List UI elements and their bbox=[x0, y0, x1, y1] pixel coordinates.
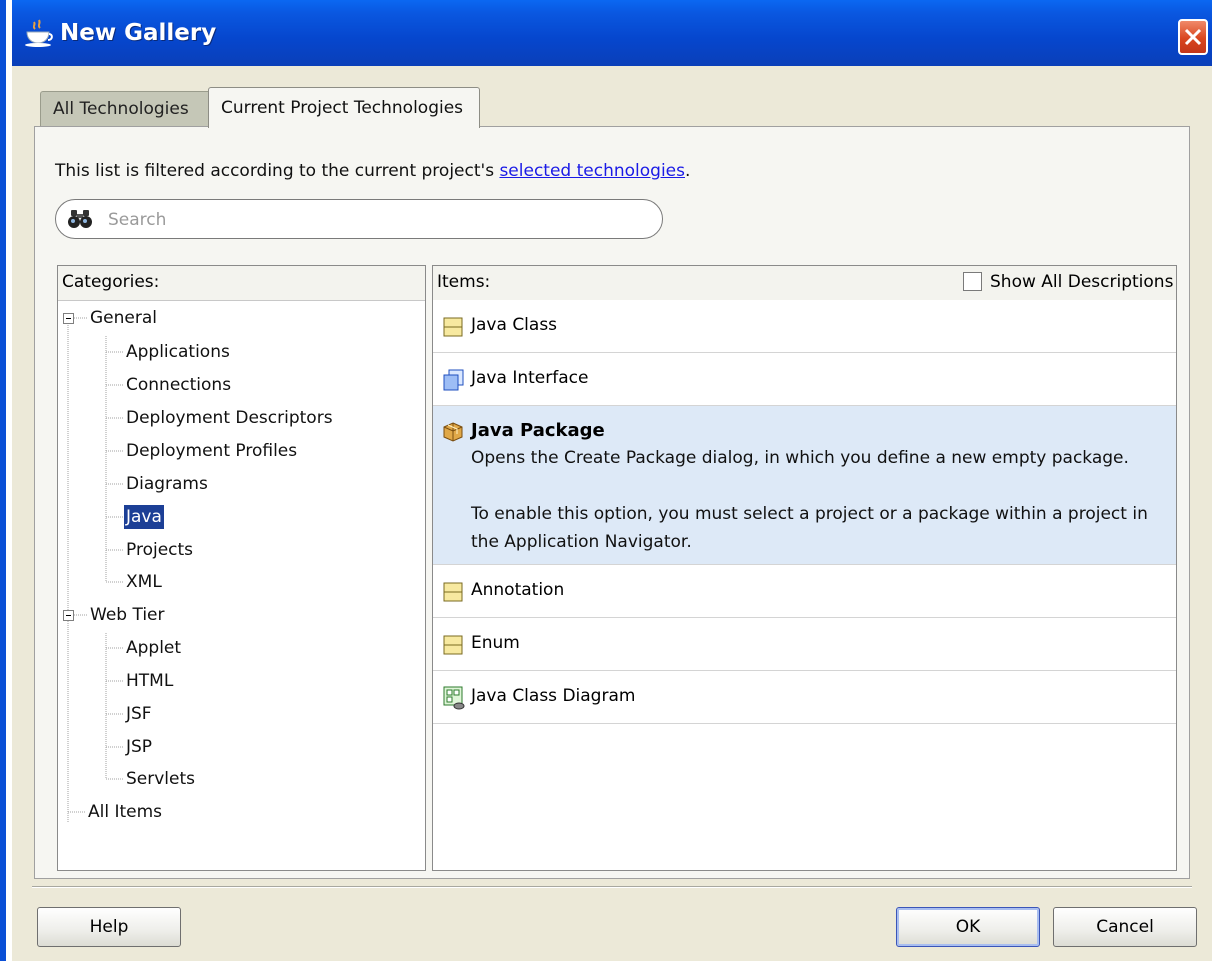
general-expander[interactable] bbox=[63, 313, 74, 324]
java-interface-icon bbox=[443, 369, 464, 391]
items-header: Items: Show All Descriptions bbox=[433, 266, 1176, 301]
close-button[interactable] bbox=[1178, 19, 1208, 55]
tree-node-deployment-profiles[interactable]: Deployment Profiles bbox=[126, 439, 297, 463]
close-icon bbox=[1184, 28, 1202, 46]
tree-node-connections[interactable]: Connections bbox=[126, 373, 231, 397]
tree-node-html[interactable]: HTML bbox=[126, 669, 173, 693]
tree-node-jsp[interactable]: JSP bbox=[126, 735, 152, 759]
tab-panel: This list is filtered according to the c… bbox=[34, 126, 1190, 879]
categories-panel: Categories: General Applications Connect… bbox=[57, 265, 426, 871]
tree-node-general[interactable]: General bbox=[90, 306, 157, 330]
search-box[interactable] bbox=[55, 199, 663, 239]
enum-icon bbox=[443, 635, 463, 655]
item-annotation[interactable]: Annotation bbox=[433, 565, 1176, 618]
button-separator bbox=[32, 886, 1192, 888]
tree-node-deployment-descriptors[interactable]: Deployment Descriptors bbox=[126, 406, 333, 430]
item-java-class-diagram[interactable]: Java Class Diagram bbox=[433, 671, 1176, 724]
ok-button[interactable]: OK bbox=[896, 907, 1040, 947]
java-cup-icon bbox=[25, 19, 53, 47]
filter-description: This list is filtered according to the c… bbox=[55, 161, 691, 181]
item-description-note: To enable this option, you must select a… bbox=[471, 504, 1148, 552]
item-java-class[interactable]: Java Class bbox=[433, 300, 1176, 353]
item-enum[interactable]: Enum bbox=[433, 618, 1176, 671]
tree-node-applet[interactable]: Applet bbox=[126, 636, 181, 660]
class-diagram-icon bbox=[443, 686, 465, 710]
java-package-icon bbox=[443, 422, 463, 442]
checkbox-box[interactable] bbox=[963, 272, 982, 291]
tree-node-diagrams[interactable]: Diagrams bbox=[126, 472, 208, 496]
tree-node-xml[interactable]: XML bbox=[126, 570, 162, 594]
title-bar[interactable]: New Gallery bbox=[12, 0, 1212, 66]
tree-node-projects[interactable]: Projects bbox=[126, 538, 193, 562]
window-title: New Gallery bbox=[60, 20, 217, 46]
tab-current-project-technologies[interactable]: Current Project Technologies bbox=[208, 87, 480, 128]
tree-node-applications[interactable]: Applications bbox=[126, 340, 230, 364]
tree-node-servlets[interactable]: Servlets bbox=[126, 767, 195, 791]
search-input[interactable] bbox=[106, 206, 650, 234]
tree-connector-lines bbox=[67, 317, 124, 823]
dialog-body: All Technologies Current Project Technol… bbox=[12, 66, 1212, 961]
item-description: Opens the Create Package dialog, in whic… bbox=[471, 448, 1129, 468]
items-panel: Items: Show All Descriptions Java Class bbox=[432, 265, 1177, 871]
new-gallery-dialog: New Gallery All Technologies Current Pro… bbox=[12, 0, 1212, 961]
annotation-icon bbox=[443, 582, 463, 602]
help-button[interactable]: Help bbox=[37, 907, 181, 947]
tree-node-java[interactable]: Java bbox=[124, 505, 164, 529]
java-class-icon bbox=[443, 317, 463, 337]
item-java-interface[interactable]: Java Interface bbox=[433, 353, 1176, 406]
selected-technologies-link[interactable]: selected technologies bbox=[499, 161, 685, 181]
tree-node-all-items[interactable]: All Items bbox=[88, 800, 162, 824]
tree-node-jsf[interactable]: JSF bbox=[126, 702, 152, 726]
tree-node-web-tier[interactable]: Web Tier bbox=[90, 603, 165, 627]
item-java-package[interactable]: Java Package Opens the Create Package di… bbox=[433, 406, 1176, 565]
background-app-edge bbox=[0, 0, 12, 961]
binoculars-icon bbox=[68, 210, 92, 228]
tab-all-technologies[interactable]: All Technologies bbox=[40, 91, 214, 127]
cancel-button[interactable]: Cancel bbox=[1053, 907, 1197, 947]
web-tier-expander[interactable] bbox=[63, 610, 74, 621]
